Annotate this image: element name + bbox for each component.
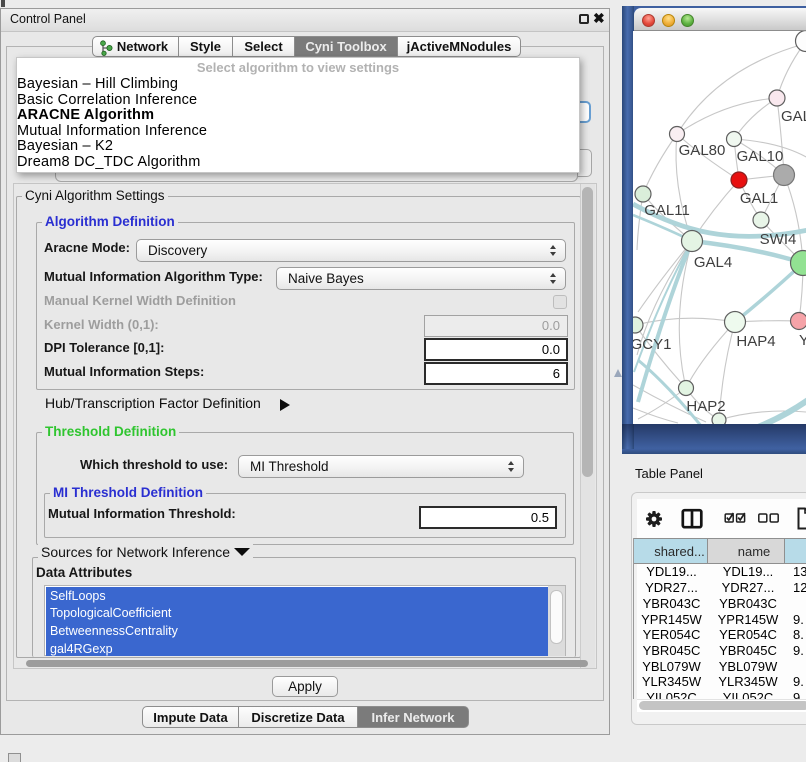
svg-text:Y: Y <box>799 332 806 349</box>
svg-text:GAL11: GAL11 <box>644 202 690 219</box>
svg-text:GAL4: GAL4 <box>694 254 732 271</box>
svg-text:GCY1: GCY1 <box>633 336 671 353</box>
svg-text:GAL1: GAL1 <box>740 190 778 207</box>
svg-text:HAP2: HAP2 <box>686 398 725 415</box>
svg-text:GAL: GAL <box>781 108 806 125</box>
svg-text:HAP4: HAP4 <box>736 333 775 350</box>
svg-text:GAL80: GAL80 <box>679 142 726 159</box>
svg-text:SWI4: SWI4 <box>760 231 797 248</box>
svg-text:GAL10: GAL10 <box>737 148 784 165</box>
